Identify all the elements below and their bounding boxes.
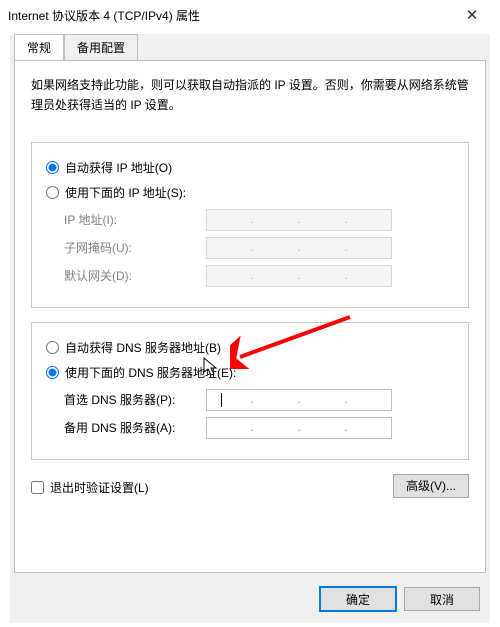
text-caret [221, 393, 222, 407]
row-alt-dns: 备用 DNS 服务器(A): . . . [46, 417, 454, 439]
advanced-row: 退出时验证设置(L) 高级(V)... [31, 474, 469, 498]
checkbox-validate[interactable]: 退出时验证设置(L) [31, 479, 149, 496]
checkbox-validate-label: 退出时验证设置(L) [50, 479, 149, 496]
row-default-gateway: 默认网关(D): . . . [46, 265, 454, 287]
dns-group: 自动获得 DNS 服务器地址(B) 使用下面的 DNS 服务器地址(E): 首选… [31, 322, 469, 460]
label-ip-address: IP 地址(I): [46, 211, 206, 228]
tab-panel-general: 如果网络支持此功能，则可以获取自动指派的 IP 设置。否则，你需要从网络系统管理… [14, 60, 486, 573]
close-button[interactable]: ✕ [452, 6, 492, 24]
tab-alternate[interactable]: 备用配置 [64, 34, 138, 60]
title-bar: Internet 协议版本 4 (TCP/IPv4) 属性 ✕ [0, 0, 500, 30]
input-ip-address: . . . [206, 209, 392, 231]
radio-dns-manual[interactable]: 使用下面的 DNS 服务器地址(E): [46, 364, 454, 381]
radio-ip-auto-label: 自动获得 IP 地址(O) [65, 159, 172, 176]
radio-ip-manual-label: 使用下面的 IP 地址(S): [65, 184, 186, 201]
client-area: 常规 备用配置 如果网络支持此功能，则可以获取自动指派的 IP 设置。否则，你需… [10, 34, 490, 623]
cancel-button[interactable]: 取消 [404, 587, 480, 611]
description-text: 如果网络支持此功能，则可以获取自动指派的 IP 设置。否则，你需要从网络系统管理… [31, 75, 469, 116]
tab-general[interactable]: 常规 [14, 34, 64, 60]
radio-dns-manual-input[interactable] [46, 366, 59, 379]
row-ip-address: IP 地址(I): . . . [46, 209, 454, 231]
radio-dns-auto[interactable]: 自动获得 DNS 服务器地址(B) [46, 339, 454, 356]
radio-dns-auto-label: 自动获得 DNS 服务器地址(B) [65, 339, 221, 356]
label-pref-dns: 首选 DNS 服务器(P): [46, 391, 206, 408]
radio-ip-auto-input[interactable] [46, 161, 59, 174]
radio-ip-auto[interactable]: 自动获得 IP 地址(O) [46, 159, 454, 176]
window-title: Internet 协议版本 4 (TCP/IPv4) 属性 [8, 7, 452, 24]
row-pref-dns: 首选 DNS 服务器(P): . . . [46, 389, 454, 411]
input-alt-dns[interactable]: . . . [206, 417, 392, 439]
ip-group: 自动获得 IP 地址(O) 使用下面的 IP 地址(S): IP 地址(I): … [31, 142, 469, 308]
radio-dns-auto-input[interactable] [46, 341, 59, 354]
label-default-gateway: 默认网关(D): [46, 267, 206, 284]
input-subnet-mask: . . . [206, 237, 392, 259]
label-alt-dns: 备用 DNS 服务器(A): [46, 419, 206, 436]
radio-ip-manual[interactable]: 使用下面的 IP 地址(S): [46, 184, 454, 201]
input-default-gateway: . . . [206, 265, 392, 287]
radio-ip-manual-input[interactable] [46, 186, 59, 199]
dialog-buttons: 确定 取消 [320, 587, 480, 611]
label-subnet-mask: 子网掩码(U): [46, 239, 206, 256]
checkbox-validate-input[interactable] [31, 481, 44, 494]
row-subnet-mask: 子网掩码(U): . . . [46, 237, 454, 259]
tab-strip: 常规 备用配置 [10, 34, 490, 60]
ok-button[interactable]: 确定 [320, 587, 396, 611]
radio-dns-manual-label: 使用下面的 DNS 服务器地址(E): [65, 364, 236, 381]
input-pref-dns[interactable]: . . . [206, 389, 392, 411]
advanced-button[interactable]: 高级(V)... [393, 474, 469, 498]
